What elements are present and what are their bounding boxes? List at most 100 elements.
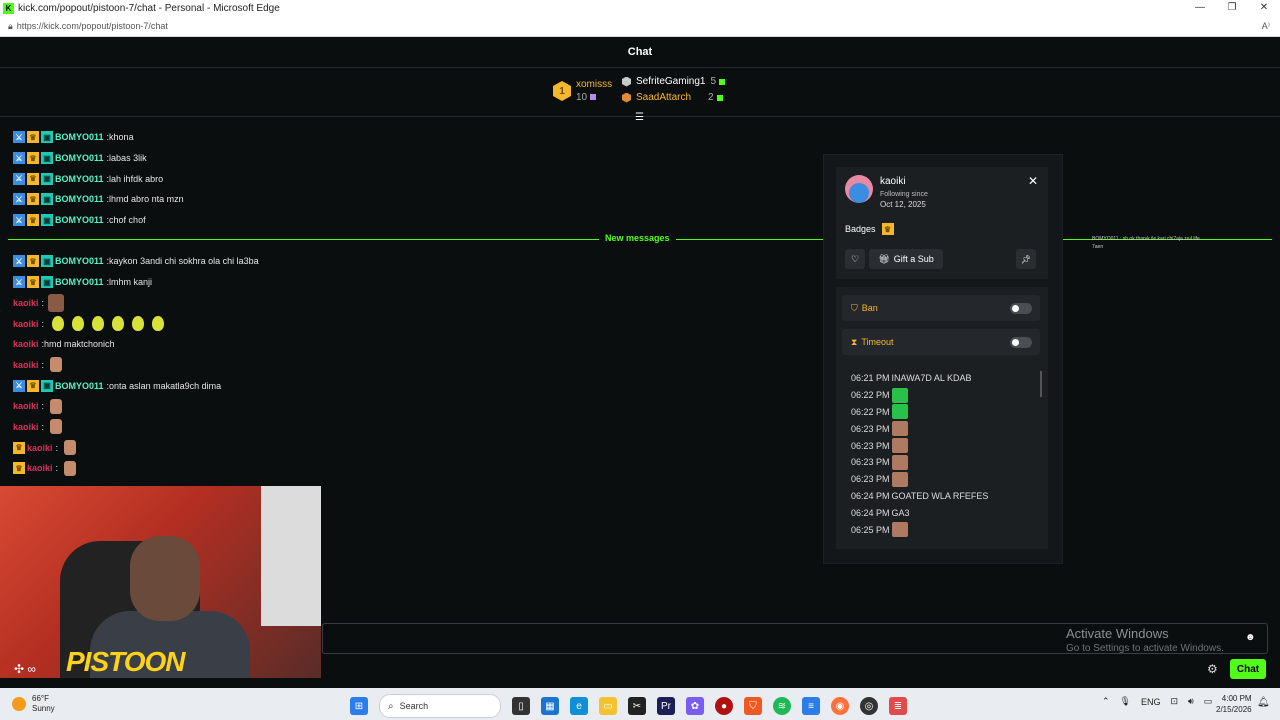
chat-username[interactable]: BOMYO011 [55,153,104,163]
chat-message[interactable]: ⚔ ♛ ▣ BOMYO011: labas 3lik [13,148,313,169]
chat-message[interactable]: ⚔ ♛ ▣ BOMYO011: kaykon 3andi chi sokhra ola… [13,251,313,272]
close-window-button[interactable]: ✕ [1248,0,1280,16]
brave-icon[interactable]: ⛉ [744,697,762,715]
pin-icon[interactable]: 📌︎ [1016,249,1036,269]
battery-icon[interactable]: ▭ [1204,696,1213,707]
log-scrollbar[interactable] [1040,371,1042,397]
chat-username[interactable]: kaoiki [13,422,39,432]
chat-message[interactable]: ⚔ ♛ ▣ BOMYO011: onta aslan makatla9ch dima [13,375,313,396]
ban-row[interactable]: ⛉ Ban [842,295,1040,321]
chat-message[interactable]: kaoiki: [13,313,313,334]
close-icon[interactable]: ✕ [1028,174,1038,188]
gift-sub-button[interactable]: 🎁︎ Gift a Sub [869,249,943,269]
chat-message[interactable]: kaoiki: [13,293,313,314]
chat-message[interactable]: kaoiki: hmd maktchonich [13,334,313,355]
chat-username[interactable]: BOMYO011 [55,132,104,142]
start-windows-icon[interactable]: ⊞ [350,697,368,715]
obs-icon[interactable]: ◎ [860,697,878,715]
user-card-name[interactable]: kaoiki [880,176,906,187]
new-messages-label[interactable]: New messages [599,233,676,243]
network-icon[interactable]: ⊡ [1171,696,1179,707]
face-emote-icon [891,471,908,487]
cam-person-head [130,536,200,621]
top-gifter[interactable]: 1 xomisss 10 [553,78,612,104]
chat-username[interactable]: BOMYO011 [55,381,104,391]
chat-message[interactable]: ⚔ ♛ ▣ BOMYO011: lah ihfdk abro [13,168,313,189]
moderator-badge-icon: ⚔ [13,152,25,165]
activate-title: Activate Windows [1066,626,1169,641]
ban-label: Ban [861,303,878,313]
capcut-icon[interactable]: ✂ [628,697,646,715]
notepad-icon[interactable]: ≡ [802,697,820,715]
chat-message[interactable]: kaoiki: [13,396,313,417]
notification-bell-icon[interactable]: 🔔︎ [1257,697,1270,708]
chat-username[interactable]: BOMYO011 [55,277,104,287]
folder-icon[interactable]: ▭ [599,697,617,715]
chat-username[interactable]: BOMYO011 [55,256,104,266]
chat-username[interactable]: kaoiki [27,443,53,453]
moderator-badge-icon: ⚔ [13,131,25,144]
chat-message[interactable]: ⚔ ♛ ▣ BOMYO011: lhmd abro nta mzn [13,189,313,210]
timeout-row[interactable]: ⧗ Timeout [842,329,1040,355]
gifter-3-name: SaadAttarch [636,92,692,103]
gift-icon: 🎁︎ [878,253,890,264]
filter-icon[interactable]: ☰ [635,112,644,123]
follow-heart-button[interactable]: ♡ [845,249,865,269]
chat-message[interactable]: kaoiki: [13,417,313,438]
timeout-toggle[interactable] [1010,337,1032,348]
chat-username[interactable]: kaoiki [13,319,39,329]
history-row: 06:24 PM GA3 [851,504,1036,521]
chat-message[interactable]: ⚔ ♛ ▣ BOMYO011: khona [13,127,313,148]
chat-username[interactable]: kaoiki [13,401,39,411]
premiere-icon[interactable]: Pr [657,697,675,715]
copilot-icon[interactable]: ✿ [686,697,704,715]
send-chat-button[interactable]: Chat [1230,659,1266,679]
firefox-icon[interactable]: ◉ [831,697,849,715]
restore-button[interactable]: ❐ [1216,0,1248,16]
task-view-icon[interactable]: ▯ [512,697,530,715]
chat-message[interactable]: ⚔ ♛ ▣ BOMYO011: chof chof [13,210,313,231]
language-indicator[interactable]: ENG [1141,697,1161,707]
app-icon[interactable]: ≣ [889,697,907,715]
cam-controls-icon[interactable]: ✣ ∞ [14,662,36,676]
taskbar-search[interactable]: ⌕ Search [379,694,501,718]
chat-text: khona [109,132,134,143]
weather-widget[interactable]: 66°F Sunny [12,694,55,714]
green-emote-icon [891,387,908,403]
url-text[interactable]: https://kick.com/popout/pistoon-7/chat [17,21,168,31]
chat-message[interactable]: ⚔ ♛ ▣ BOMYO011: lmhm kanji [13,272,313,293]
volume-icon[interactable]: 🔊︎ [1188,696,1194,707]
emote-picker-icon[interactable]: ☻ [1245,632,1256,643]
chat-username[interactable]: kaoiki [27,463,53,473]
chat-username[interactable]: BOMYO011 [55,194,104,204]
patrick-emote-icon [50,357,63,373]
crown-badge-icon: ♛ [13,462,25,475]
spotify-icon[interactable]: ≋ [773,697,791,715]
clock[interactable]: 4:00 PM 2/15/2026 [1216,693,1252,715]
system-tray: ⌃ 🎙︎ ENG ⊡ 🔊︎ ▭ [1102,696,1222,707]
chat-message[interactable]: ♛ kaoiki: [13,458,313,479]
store-icon[interactable]: ▦ [541,697,559,715]
record-icon[interactable]: ● [715,697,733,715]
mic-icon[interactable]: 🎙︎ [1120,696,1131,707]
chat-message[interactable]: ♛ kaoiki: [13,437,313,458]
read-aloud-icon[interactable]: A⁾ [1262,21,1270,32]
chat-username[interactable]: BOMYO011 [55,174,104,184]
gear-icon[interactable]: ⚙ [1207,662,1218,676]
chat-username[interactable]: kaoiki [13,360,39,370]
crown-badge-icon: ♛ [27,255,39,268]
edge-icon[interactable]: e [570,697,588,715]
chat-username[interactable]: kaoiki [13,298,39,308]
ban-toggle[interactable] [1010,303,1032,314]
gifter-2[interactable]: SefriteGaming1 5 [622,76,726,87]
address-bar[interactable]: 🔒︎ https://kick.com/popout/pistoon-7/cha… [0,16,1280,37]
gifter-3[interactable]: SaadAttarch 2 [622,92,723,103]
chat-username[interactable]: kaoiki [13,339,39,349]
minimize-button[interactable]: — [1184,0,1216,16]
chevron-up-icon[interactable]: ⌃ [1102,696,1110,707]
chat-message[interactable]: kaoiki: [13,355,313,376]
taskbar-apps: ⊞ ⌕ Search ▯ ▦ e ▭ ✂ Pr ✿ ● ⛉ ≋ ≡ ◉ ◎ ≣ [350,694,918,718]
chat-username[interactable]: BOMYO011 [55,215,104,225]
chat-text: kaykon 3andi chi sokhra ola chi la3ba [109,256,259,267]
chat-header: Chat [0,37,1280,68]
